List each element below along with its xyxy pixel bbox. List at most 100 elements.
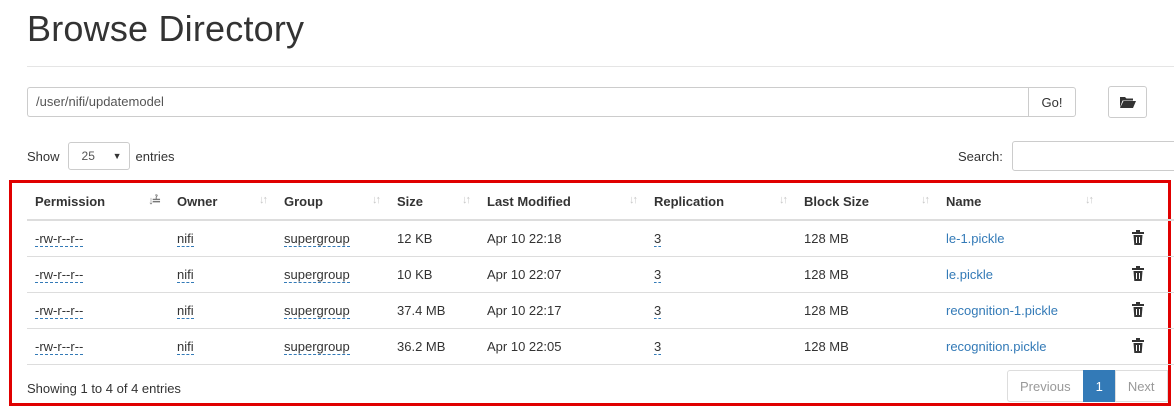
trash-icon[interactable]	[1132, 337, 1144, 353]
entries-length-control: Show 25 ▼ entries	[27, 142, 175, 170]
cell-size: 37.4 MB	[389, 292, 479, 329]
cell-permission: -rw-r--r--	[27, 220, 169, 257]
cell-group: supergroup	[276, 256, 389, 293]
cell-size: 36.2 MB	[389, 328, 479, 365]
col-header-name[interactable]: Name ↓↑	[938, 183, 1102, 221]
cell-name: le-1.pickle	[938, 220, 1102, 257]
cell-permission: -rw-r--r--	[27, 256, 169, 293]
col-header-actions	[1102, 183, 1174, 221]
col-header-group[interactable]: Group ↓↑	[276, 183, 389, 221]
col-header-replication[interactable]: Replication ↓↑	[646, 183, 796, 221]
table-row: -rw-r--r-- nifi supergroup 12 KB Apr 10 …	[27, 220, 1174, 257]
cell-block-size: 128 MB	[796, 328, 938, 365]
path-bar: /user/nifi/updatemodel Go!	[27, 87, 1076, 117]
group-value[interactable]: supergroup	[284, 231, 350, 247]
file-name-link[interactable]: recognition.pickle	[946, 339, 1046, 354]
table-row: -rw-r--r-- nifi supergroup 36.2 MB Apr 1…	[27, 328, 1174, 365]
cell-block-size: 128 MB	[796, 292, 938, 329]
replication-value[interactable]: 3	[654, 303, 662, 319]
file-name-link[interactable]: le-1.pickle	[946, 231, 1005, 246]
title-divider	[27, 66, 1174, 67]
file-table: Permission ↓≟ Owner ↓↑ Group ↓↑ Size ↓↑ Last…	[27, 183, 1174, 365]
file-name-link[interactable]: le.pickle	[946, 267, 993, 282]
file-name-link[interactable]: recognition-1.pickle	[946, 303, 1058, 318]
search-label: Search:	[958, 149, 1003, 164]
pagination: Previous 1 Next	[1007, 370, 1168, 402]
page-1-button[interactable]: 1	[1082, 370, 1116, 402]
cell-name: recognition.pickle	[938, 328, 1102, 365]
cell-permission: -rw-r--r--	[27, 328, 169, 365]
table-row: -rw-r--r-- nifi supergroup 10 KB Apr 10 …	[27, 256, 1174, 293]
col-header-permission[interactable]: Permission ↓≟	[27, 183, 169, 221]
sort-icon: ↓↑	[629, 194, 638, 206]
go-button[interactable]: Go!	[1028, 87, 1076, 117]
sort-asc-icon: ↓≟	[148, 195, 161, 207]
cell-block-size: 128 MB	[796, 220, 938, 257]
cell-replication: 3	[646, 220, 796, 257]
cell-replication: 3	[646, 328, 796, 365]
cell-last-modified: Apr 10 22:05	[479, 328, 646, 365]
cell-last-modified: Apr 10 22:07	[479, 256, 646, 293]
next-page-button[interactable]: Next	[1114, 370, 1168, 402]
permission-value[interactable]: -rw-r--r--	[35, 267, 84, 283]
group-value[interactable]: supergroup	[284, 267, 350, 283]
cell-actions	[1102, 292, 1174, 329]
previous-page-button[interactable]: Previous	[1007, 370, 1084, 402]
sort-icon: ↓↑	[779, 194, 788, 206]
cell-group: supergroup	[276, 328, 389, 365]
cell-owner: nifi	[169, 256, 276, 293]
open-folder-button[interactable]	[1108, 86, 1147, 118]
replication-value[interactable]: 3	[654, 267, 662, 283]
cell-owner: nifi	[169, 220, 276, 257]
cell-actions	[1102, 328, 1174, 365]
trash-icon[interactable]	[1132, 265, 1144, 281]
replication-value[interactable]: 3	[654, 231, 662, 247]
entries-select[interactable]: 25 ▼	[67, 142, 130, 170]
cell-actions	[1102, 256, 1174, 293]
cell-group: supergroup	[276, 292, 389, 329]
cell-permission: -rw-r--r--	[27, 292, 169, 329]
group-value[interactable]: supergroup	[284, 339, 350, 355]
cell-actions	[1102, 220, 1174, 257]
caret-down-icon: ▼	[112, 151, 122, 161]
owner-value[interactable]: nifi	[177, 339, 194, 355]
cell-last-modified: Apr 10 22:18	[479, 220, 646, 257]
sort-icon: ↓↑	[259, 194, 268, 206]
owner-value[interactable]: nifi	[177, 231, 194, 247]
cell-replication: 3	[646, 292, 796, 329]
owner-value[interactable]: nifi	[177, 267, 194, 283]
cell-name: le.pickle	[938, 256, 1102, 293]
trash-icon[interactable]	[1132, 229, 1144, 245]
sort-icon: ↓↑	[372, 194, 381, 206]
trash-icon[interactable]	[1132, 301, 1144, 317]
col-header-owner[interactable]: Owner ↓↑	[169, 183, 276, 221]
cell-owner: nifi	[169, 328, 276, 365]
permission-value[interactable]: -rw-r--r--	[35, 303, 84, 319]
page-title: Browse Directory	[27, 8, 305, 49]
group-value[interactable]: supergroup	[284, 303, 350, 319]
entries-select-value: 25	[81, 149, 95, 163]
replication-value[interactable]: 3	[654, 339, 662, 355]
col-header-last-modified[interactable]: Last Modified ↓↑	[479, 183, 646, 221]
owner-value[interactable]: nifi	[177, 303, 194, 319]
col-header-block-size[interactable]: Block Size ↓↑	[796, 183, 938, 221]
cell-name: recognition-1.pickle	[938, 292, 1102, 329]
sort-icon: ↓↑	[921, 194, 930, 206]
col-header-size[interactable]: Size ↓↑	[389, 183, 479, 221]
sort-icon: ↓↑	[1085, 194, 1094, 206]
table-row: -rw-r--r-- nifi supergroup 37.4 MB Apr 1…	[27, 292, 1174, 329]
show-label: Show	[27, 148, 60, 164]
search-input[interactable]	[1012, 141, 1174, 171]
cell-owner: nifi	[169, 292, 276, 329]
folder-open-icon	[1119, 97, 1136, 108]
entries-label: entries	[135, 148, 175, 164]
permission-value[interactable]: -rw-r--r--	[35, 339, 84, 355]
sort-icon: ↓↑	[462, 194, 471, 206]
permission-value[interactable]: -rw-r--r--	[35, 231, 84, 247]
table-header-row: Permission ↓≟ Owner ↓↑ Group ↓↑ Size ↓↑ Last…	[27, 183, 1174, 221]
path-input[interactable]: /user/nifi/updatemodel	[27, 87, 1028, 117]
cell-last-modified: Apr 10 22:17	[479, 292, 646, 329]
cell-block-size: 128 MB	[796, 256, 938, 293]
cell-size: 12 KB	[389, 220, 479, 257]
table-info: Showing 1 to 4 of 4 entries	[27, 381, 181, 396]
